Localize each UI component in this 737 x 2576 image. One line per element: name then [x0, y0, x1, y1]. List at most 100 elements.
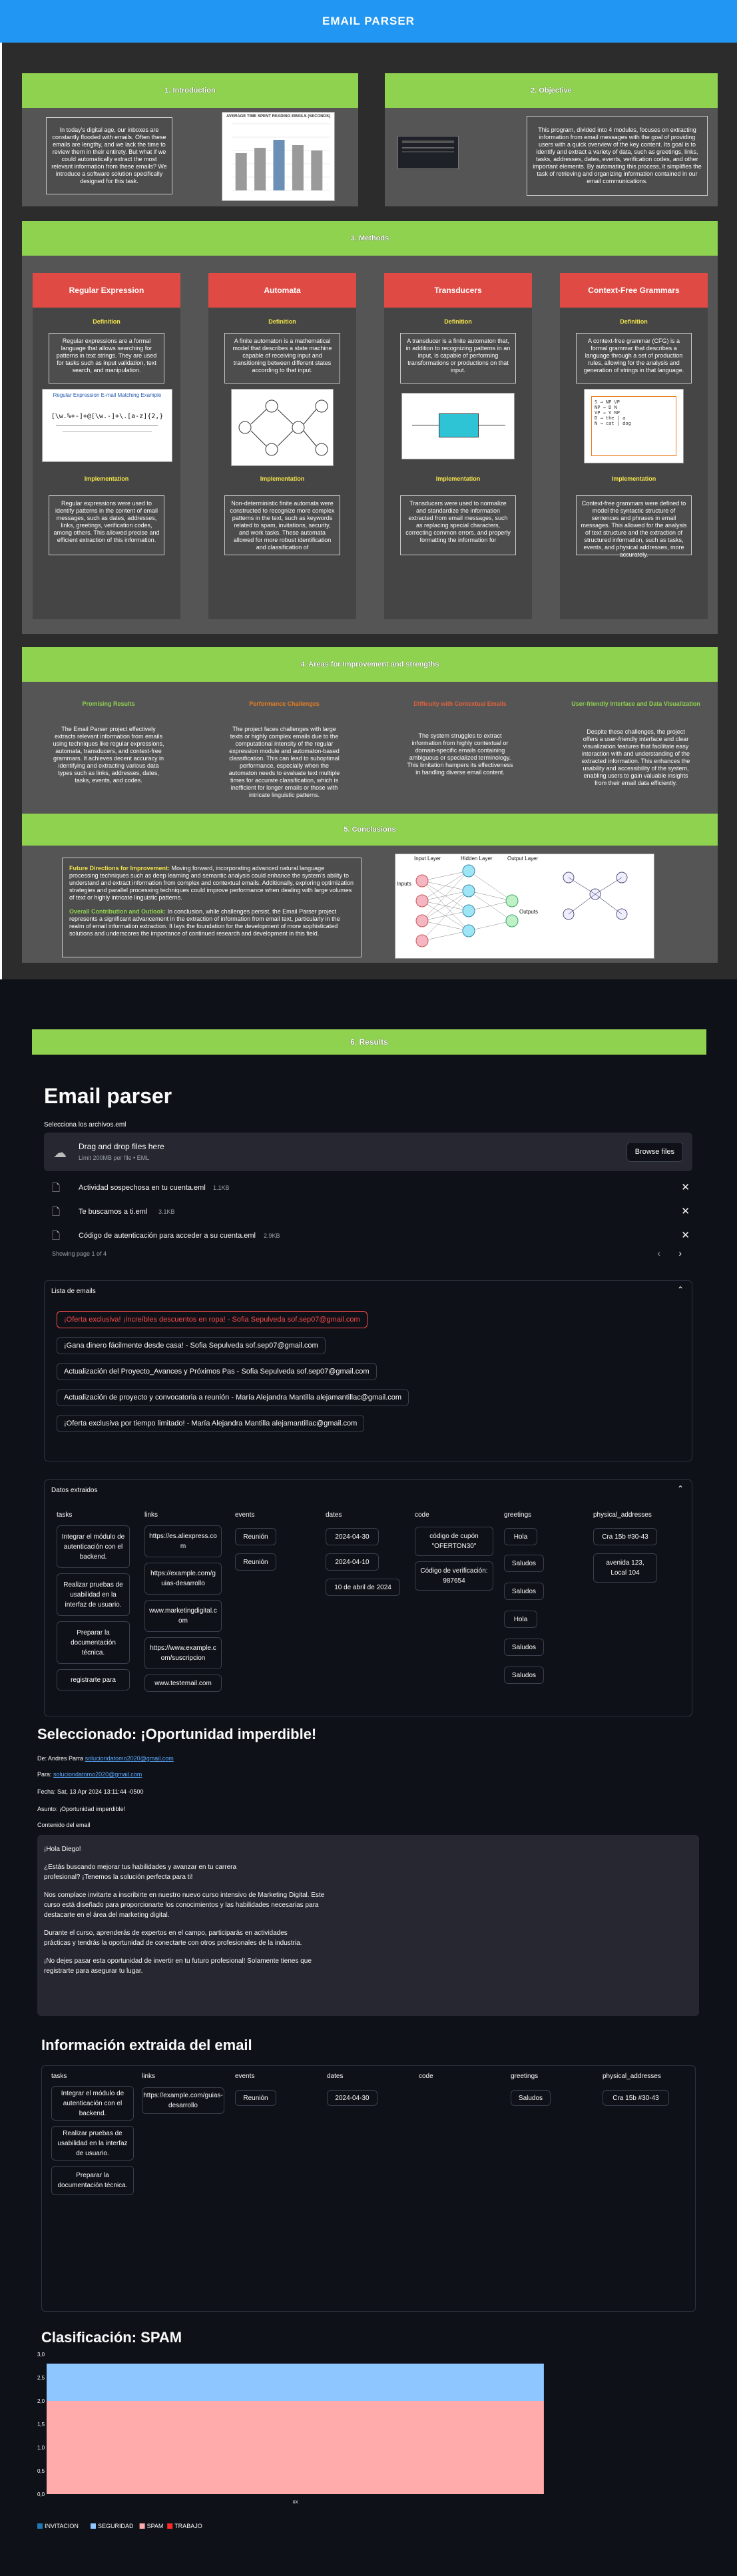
methods-title-bar: 3. Methods: [22, 221, 718, 256]
legend-swatch: [167, 2523, 173, 2529]
app-header: EMAIL PARSER: [0, 0, 737, 43]
bar: [292, 145, 304, 190]
subject-line: Asunto: ¡Oportunidad imperdible!: [37, 1806, 126, 1812]
legend-label: INVITACION: [45, 2523, 79, 2529]
intro-chart: AVERAGE TIME SPENT READING EMAILS (SECON…: [222, 112, 335, 201]
transducer-figure: [401, 393, 515, 459]
legend-label: TRABAJO: [174, 2523, 202, 2529]
intro-title-bar: 1. Introduction: [22, 73, 358, 108]
remove-file-icon[interactable]: ✕: [681, 1205, 690, 1217]
neural-net-figure: Input Layer Hidden Layer Output Layer In…: [395, 854, 654, 959]
extracted-expander-label[interactable]: Datos extraidos: [51, 1487, 97, 1494]
chevron-up-icon[interactable]: ⌃: [677, 1285, 684, 1294]
method-def-text: A finite automaton is a mathematical mod…: [224, 333, 340, 384]
method-impl-text: Context-free grammars were defined to mo…: [576, 495, 692, 558]
prev-page-button[interactable]: ‹: [657, 1248, 660, 1258]
column-header: physical_addresses: [593, 1511, 652, 1519]
to-email-link[interactable]: soluciondatomo2020@gmail.com: [53, 1771, 142, 1778]
to-label: Para:: [37, 1771, 52, 1778]
challenge-title: Performance Challenges: [249, 700, 320, 707]
uploaded-file: 🗋 Código de autenticación para acceder a…: [44, 1226, 692, 1245]
results-title-bar: 6. Results: [32, 1029, 706, 1055]
email-item[interactable]: ¡Oferta exclusiva por tiempo limitado! -…: [57, 1415, 365, 1432]
remove-file-icon[interactable]: ✕: [681, 1181, 690, 1193]
y-tick-label: 1,5: [37, 2422, 45, 2428]
conclusions-title: 5. Conclusions: [344, 826, 396, 834]
email-body-paragraph: ¡Hola Diego!: [44, 1846, 81, 1853]
interface-text: Despite these challenges, the project of…: [576, 724, 696, 811]
y-tick-label: 0,0: [37, 2491, 45, 2497]
challenge-text: The project faces challenges with large …: [224, 722, 344, 806]
from-email-link[interactable]: soluciondatomo2020@gmail.com: [85, 1755, 174, 1762]
event-cell: Reunión: [235, 1528, 276, 1545]
method-impl-text: Transducers were used to normalize and s…: [400, 495, 516, 555]
address-cell: avenida 123, Local 104: [593, 1553, 657, 1583]
date-cell: 10 de abril de 2024: [326, 1579, 400, 1596]
column-header: links: [142, 2073, 156, 2080]
task-cell: Integrar el módulo de autenticación con …: [51, 2086, 134, 2121]
task-cell: Preparar la documentación técnica.: [51, 2166, 134, 2195]
methods-title: 3. Methods: [350, 234, 389, 242]
greeting-cell: Hola: [504, 1611, 537, 1628]
method-def-label: Definition: [93, 318, 121, 325]
email-item[interactable]: ¡Gana dinero fácilmente desde casa! - So…: [57, 1337, 326, 1354]
regex-caption: Regular Expression E-mail Matching Examp…: [53, 392, 162, 398]
column-header: physical_addresses: [603, 2073, 661, 2080]
email-body-paragraph: Nos complace invitarte a inscribirte en …: [44, 1892, 325, 1919]
email-body-paragraph: ¿Estás buscando mejorar tus habilidades …: [44, 1864, 237, 1881]
file-size: 1.1KB: [213, 1184, 230, 1191]
results-title: 6. Results: [350, 1037, 388, 1047]
strength-text: The Email Parser project effectively ext…: [49, 722, 168, 806]
method-impl-text: Non-deterministic finite automata were c…: [224, 495, 340, 555]
column-header: code: [419, 2073, 433, 2080]
email-item[interactable]: Actualización de proyecto y convocatoria…: [57, 1389, 409, 1406]
regex-figure: Regular Expression E-mail Matching Examp…: [42, 389, 172, 462]
method-impl-label: Implementation: [260, 475, 305, 482]
uploaded-file: 🗋 Actividad sospechosa en tu cuenta.eml …: [44, 1178, 692, 1197]
y-tick-label: 2,0: [37, 2398, 45, 2404]
intro-title: 1. Introduction: [164, 87, 216, 95]
code-cell: código de cupón "OFERTON30": [415, 1527, 493, 1556]
email-item[interactable]: Actualización del Proyecto_Avances y Pró…: [57, 1363, 377, 1380]
selected-heading: Seleccionado: ¡Oportunidad imperdible!: [37, 1726, 317, 1742]
intro-text: In today's digital age, our inboxes are …: [46, 117, 172, 194]
app-title: Email parser: [44, 1084, 172, 1108]
greeting-cell: Saludos: [504, 1583, 544, 1600]
legend-item: SPAM: [139, 2523, 163, 2529]
email-item[interactable]: ¡Oferta exclusiva! ¡Increíbles descuento…: [57, 1311, 368, 1328]
event-cell: Reunión: [235, 1553, 276, 1571]
area-seguridad: [47, 2364, 544, 2401]
chevron-up-icon[interactable]: ⌃: [677, 1484, 684, 1493]
file-icon: 🗋: [52, 1206, 61, 1218]
emails-expander-label[interactable]: Lista de emails: [51, 1288, 96, 1295]
next-page-button[interactable]: ›: [678, 1248, 682, 1258]
drag-text: Drag and drop files here: [79, 1142, 164, 1151]
link-cell[interactable]: https://www.example.com/suscripcion: [144, 1637, 222, 1669]
y-tick-label: 3,0: [37, 2352, 45, 2358]
intro-chart-title: AVERAGE TIME SPENT READING EMAILS (SECON…: [226, 115, 330, 119]
method-def-label: Definition: [268, 318, 296, 325]
page-title: EMAIL PARSER: [322, 15, 415, 27]
column-header: greetings: [511, 2073, 539, 2080]
objective-title-bar: 2. Objective: [385, 73, 718, 108]
y-tick-label: 1,0: [37, 2445, 45, 2451]
link-cell[interactable]: www.testemail.com: [144, 1674, 222, 1692]
address-cell: Cra 15b #30-43: [593, 1528, 657, 1545]
date-cell: 2024-04-10: [326, 1553, 379, 1571]
intro-chart-svg: [232, 123, 330, 191]
link-cell[interactable]: www.marketingdigital.com: [144, 1600, 222, 1632]
greeting-cell: Saludos: [504, 1639, 544, 1656]
uploader-label: Selecciona los archivos.eml: [44, 1121, 126, 1129]
link-cell[interactable]: https://example.com/guias-desarrollo: [142, 2087, 224, 2114]
legend-item: INVITACION: [37, 2523, 79, 2529]
objective-title: 2. Objective: [531, 87, 572, 95]
file-dropzone[interactable]: ☁ Drag and drop files here Limit 200MB p…: [44, 1133, 692, 1171]
file-name: Te buscamos a ti.eml: [79, 1208, 148, 1216]
link-cell[interactable]: https://example.com/guias-desarrollo: [144, 1563, 222, 1595]
column-header: dates: [326, 1511, 342, 1519]
link-cell[interactable]: https://es.aliexpress.com: [144, 1525, 222, 1557]
browse-files-button[interactable]: Browse files: [626, 1142, 683, 1162]
remove-file-icon[interactable]: ✕: [681, 1229, 690, 1241]
file-name: Código de autenticación para acceder a s…: [79, 1232, 256, 1240]
email-body-textarea[interactable]: ¡Hola Diego! ¿Estás buscando mejorar tus…: [37, 1835, 699, 2016]
